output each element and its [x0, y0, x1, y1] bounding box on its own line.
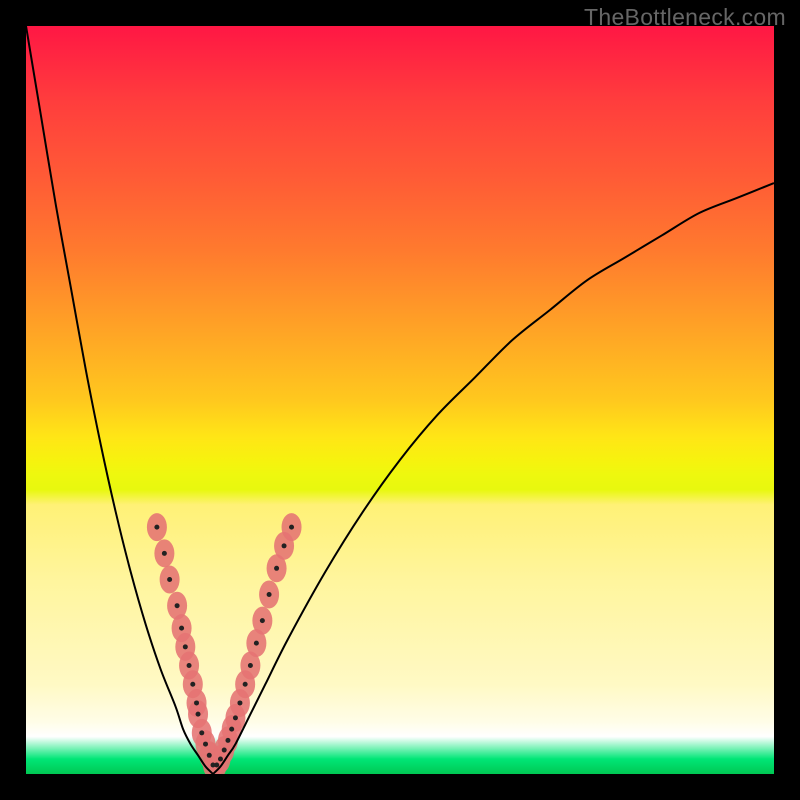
point-dot	[196, 712, 201, 717]
point-dot	[203, 742, 208, 747]
right-curve-line	[213, 183, 774, 774]
point-dot	[162, 551, 167, 556]
point-dot	[260, 618, 265, 623]
point-dot	[267, 592, 272, 597]
chart-plot-area	[26, 26, 774, 774]
point-dot	[237, 700, 242, 705]
point-dot	[243, 682, 248, 687]
point-dot	[175, 603, 180, 608]
point-dot	[214, 763, 219, 768]
data-point-blobs	[147, 513, 302, 774]
point-dot	[190, 682, 195, 687]
point-dot	[183, 644, 188, 649]
point-dot	[254, 641, 259, 646]
point-dot	[289, 525, 294, 530]
point-dot	[225, 738, 230, 743]
point-dot	[218, 757, 223, 762]
point-dot	[154, 525, 159, 530]
point-dot	[274, 566, 279, 571]
point-dot	[229, 727, 234, 732]
chart-svg	[26, 26, 774, 774]
point-dot	[282, 543, 287, 548]
watermark-text: TheBottleneck.com	[584, 4, 786, 31]
point-dot	[248, 663, 253, 668]
point-dot	[233, 715, 238, 720]
point-dot	[187, 663, 192, 668]
point-dot	[167, 577, 172, 582]
point-dot	[207, 753, 212, 758]
point-dot	[194, 700, 199, 705]
point-dot	[222, 748, 227, 753]
point-dot	[179, 626, 184, 631]
point-dot	[199, 730, 204, 735]
